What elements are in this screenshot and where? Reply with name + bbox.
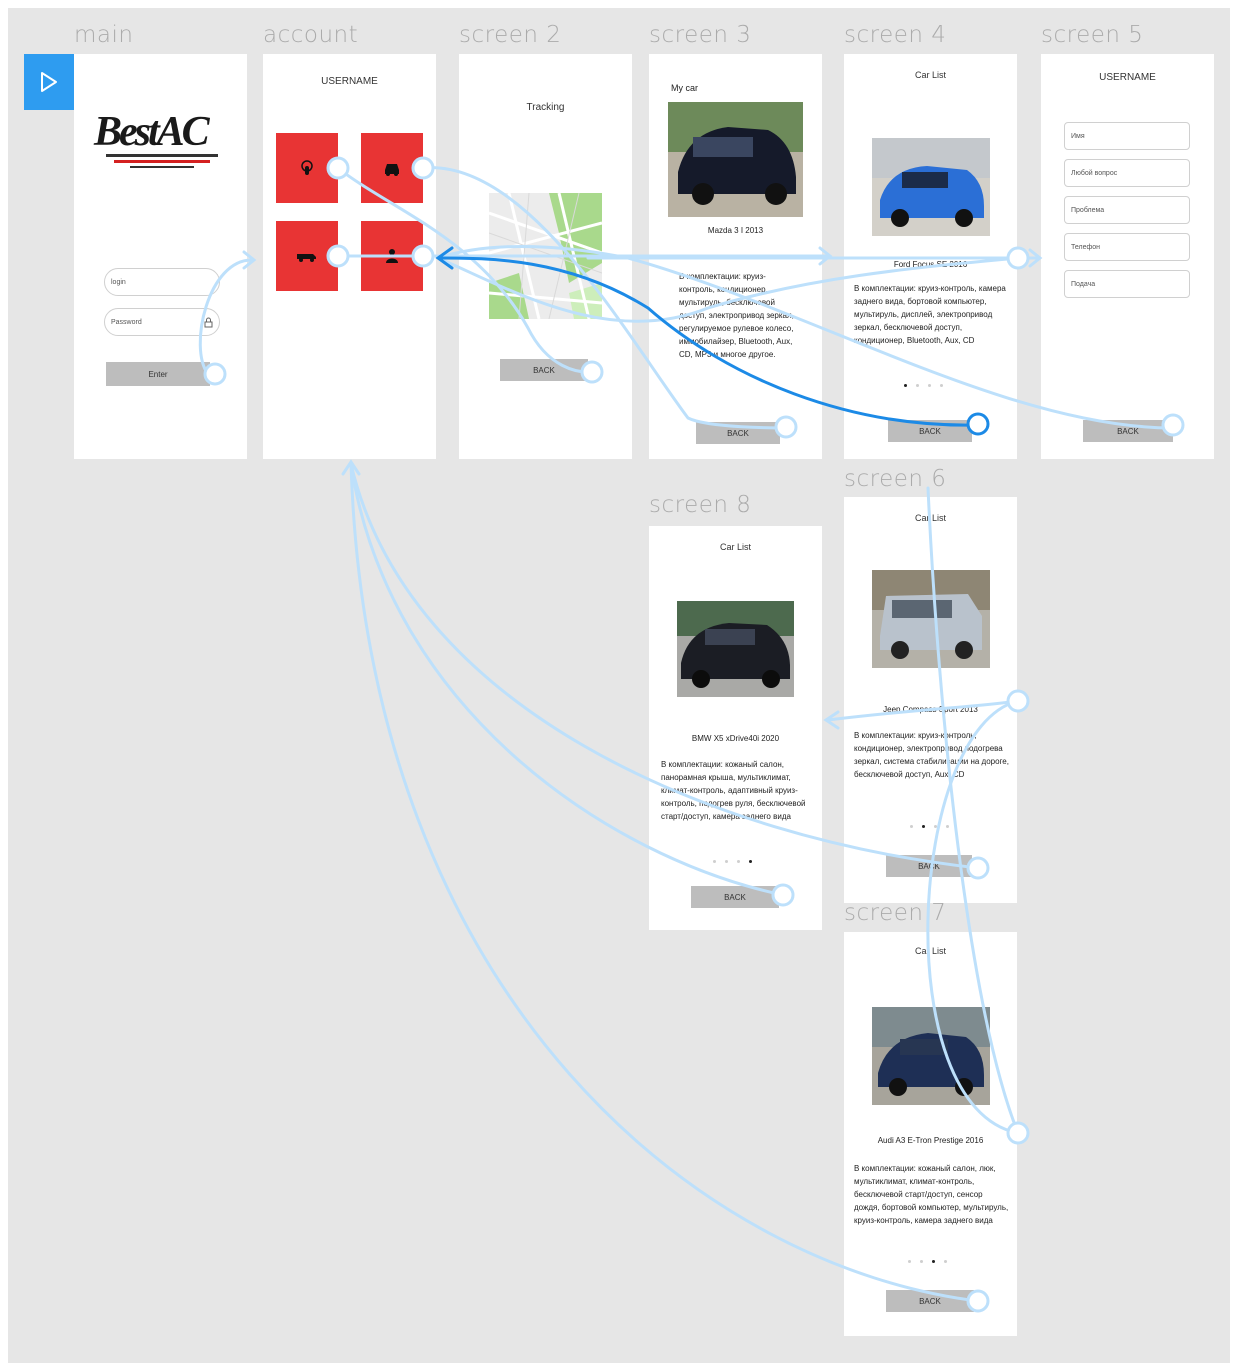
artboard-label-screen4[interactable]: screen 4 [844, 22, 946, 48]
artboard-label-screen8[interactable]: screen 8 [649, 492, 751, 518]
back-button-screen4[interactable]: BACK [888, 420, 972, 442]
carousel-dots-screen8 [713, 860, 752, 863]
tile-car[interactable] [361, 133, 423, 203]
artboard-screen8[interactable]: Car List BMW X5 xDrive40i 2020 В комплек… [649, 526, 822, 930]
artboard-screen2[interactable]: Tracking BACK [459, 54, 632, 459]
phone-field[interactable]: Телефон [1064, 233, 1190, 261]
artboard-label-screen2[interactable]: screen 2 [459, 22, 561, 48]
car-name-bmw: BMW X5 xDrive40i 2020 [691, 734, 780, 743]
person-icon [386, 249, 398, 263]
artboard-label-screen3[interactable]: screen 3 [649, 22, 751, 48]
screen3-title: My car [671, 83, 698, 93]
play-icon [41, 72, 57, 92]
back-button-screen2[interactable]: BACK [500, 359, 588, 381]
car-description-mazda: В комплектации: круиз-контроль, кондицио… [679, 272, 794, 359]
back-button-screen7[interactable]: BACK [886, 1290, 974, 1312]
arrowhead-screen5 [1028, 248, 1043, 268]
tracking-map [489, 193, 602, 319]
screen6-title: Car List [914, 513, 946, 523]
artboard-screen7[interactable]: Car List Audi A3 E-Tron Prestige 2016 В … [844, 932, 1017, 1336]
artboard-label-main[interactable]: main [74, 22, 133, 48]
screen8-title: Car List [719, 542, 751, 552]
question-field[interactable]: Любой вопрос [1064, 159, 1190, 187]
play-prototype-button[interactable] [24, 54, 74, 110]
arrowhead-active [435, 246, 454, 270]
enter-button[interactable]: Enter [106, 362, 210, 386]
car-photo-bmw [677, 601, 794, 697]
arrowhead-screen8 [823, 710, 840, 730]
arrowhead-account-bottom [341, 459, 361, 476]
screen5-title: USERNAME [1099, 72, 1156, 83]
artboard-account[interactable]: USERNAME [263, 54, 436, 459]
name-field[interactable]: Имя [1064, 122, 1190, 150]
tile-hand-tap[interactable] [276, 133, 338, 203]
car-description-ford: В комплектации: круиз-контроль, камера з… [854, 284, 1006, 345]
artboard-label-account[interactable]: account [263, 22, 358, 48]
car-name-jeep: Jeep Compass Sport 2013 [883, 705, 978, 714]
submit-field[interactable]: Подача [1064, 270, 1190, 298]
car-name-mazda: Mazda 3 I 2013 [707, 226, 764, 235]
car-description-jeep: В комплектации: круиз-контроль, кондицио… [854, 731, 1009, 779]
artboard-screen6[interactable]: Car List Jeep Compass Sport 2013 В компл… [844, 497, 1017, 903]
car-description-bmw: В комплектации: кожаный салон, панорамна… [661, 760, 806, 821]
prototype-canvas: main BestAC login Password Enter account… [8, 8, 1230, 1363]
artboard-main[interactable]: BestAC login Password Enter [74, 54, 247, 459]
artboard-screen5[interactable]: USERNAME Имя Любой вопрос Проблема Телеф… [1041, 54, 1214, 459]
carousel-dots-screen6 [910, 825, 949, 828]
account-title: USERNAME [321, 76, 378, 87]
back-button-screen8[interactable]: BACK [691, 886, 779, 908]
tow-truck-icon [297, 254, 316, 262]
bestac-logo: BestAC [94, 110, 229, 180]
carousel-dots-screen4 [904, 384, 943, 387]
artboard-screen4[interactable]: Car List Ford Focus SE 2016 В комплектац… [844, 54, 1017, 459]
screen7-title: Car List [914, 946, 946, 956]
login-field[interactable]: login [104, 268, 220, 296]
screen4-title: Car List [914, 70, 946, 80]
problem-field[interactable]: Проблема [1064, 196, 1190, 224]
tile-tow-truck[interactable] [276, 221, 338, 291]
carousel-dots-screen7 [908, 1260, 947, 1263]
lock-icon [204, 317, 213, 328]
tracking-title: Tracking [526, 102, 565, 113]
car-photo-jeep [872, 570, 990, 668]
artboard-label-screen6[interactable]: screen 6 [844, 466, 946, 492]
car-description-audi: В комплектации: кожаный салон, люк, муль… [854, 1164, 1009, 1225]
back-button-screen5[interactable]: BACK [1083, 420, 1173, 442]
artboard-screen3[interactable]: My car Mazda 3 I 2013 В комплектации: кр… [649, 54, 822, 459]
car-icon [385, 164, 399, 176]
back-button-screen3[interactable]: BACK [696, 422, 780, 444]
password-field[interactable]: Password [104, 308, 220, 336]
car-photo-ford [872, 138, 990, 236]
artboard-label-screen5[interactable]: screen 5 [1041, 22, 1143, 48]
car-photo-audi [872, 1007, 990, 1105]
tile-person[interactable] [361, 221, 423, 291]
artboard-label-screen7[interactable]: screen 7 [844, 900, 946, 926]
car-photo-mazda [668, 102, 803, 217]
back-button-screen6[interactable]: BACK [886, 855, 972, 877]
car-name-ford: Ford Focus SE 2016 [893, 260, 968, 269]
car-name-audi: Audi A3 E-Tron Prestige 2016 [877, 1136, 984, 1145]
hand-tap-icon [301, 160, 313, 175]
